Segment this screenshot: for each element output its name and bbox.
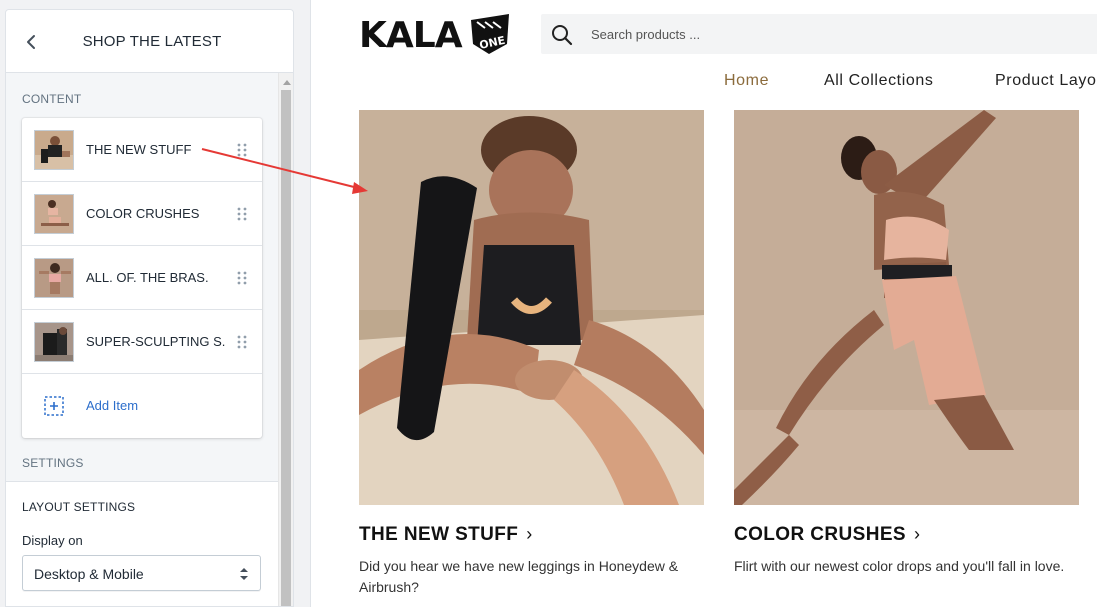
card-description: Flirt with our newest color drops and yo… [734,558,1065,574]
store-search-bar[interactable] [541,14,1097,54]
block-label: COLOR CRUSHES [86,206,200,221]
display-on-select[interactable]: Desktop & Mobile [22,555,261,591]
card-image-color-crushes[interactable] [734,110,1079,505]
block-item-super-sculpting[interactable]: SUPER-SCULPTING S... [22,310,262,374]
nav-home[interactable]: Home [724,72,769,90]
chevron-right-icon: › [526,524,533,544]
layout-settings-title: LAYOUT SETTINGS [22,500,136,514]
block-thumbnail [34,322,74,362]
add-item-button[interactable]: Add Item [22,374,262,438]
drag-handle-icon[interactable] [237,335,247,349]
add-item-label: Add Item [86,398,139,413]
card-title-text: THE NEW STUFF [359,524,519,545]
display-on-label: Display on [22,533,83,548]
settings-panel: LAYOUT SETTINGS Display on Desktop & Mob… [6,481,280,606]
settings-section-label: SETTINGS [22,456,84,470]
logo-text: KALA [359,15,463,56]
block-label: THE NEW STUFF [86,142,192,157]
drag-handle-icon[interactable] [237,143,247,157]
block-item-color-crushes[interactable]: COLOR CRUSHES [22,182,262,246]
card-image-the-new-stuff[interactable] [359,110,704,505]
search-input[interactable] [591,14,1071,54]
block-thumbnail [34,130,74,170]
block-label: SUPER-SCULPTING S... [86,334,226,349]
scrollbar-thumb[interactable] [281,90,291,606]
add-block-icon [44,396,64,416]
drag-handle-icon[interactable] [237,207,247,221]
card-title-text: COLOR CRUSHES [734,524,906,545]
block-label: ALL. OF. THE BRAS. [86,270,209,285]
content-section-label: CONTENT [22,92,82,106]
search-icon[interactable] [551,24,573,46]
app-window: SHOP THE LATEST CONTENT THE NEW STUFF CO… [0,0,1097,607]
select-arrows-icon [240,568,248,580]
sidebar-header: SHOP THE LATEST [6,10,293,73]
drag-handle-icon[interactable] [237,271,247,285]
block-item-all-of-the-bras[interactable]: ALL. OF. THE BRAS. [22,246,262,310]
block-thumbnail [34,258,74,298]
chevron-right-icon: › [914,524,921,544]
sidebar-scrollbar[interactable] [278,73,293,606]
storefront-preview: KALA ONE Home All Collections Product La… [310,0,1097,607]
card-description: Did you hear we have new leggings in Hon… [359,558,679,595]
sidebar-title: SHOP THE LATEST [82,33,222,50]
nav-all-collections[interactable]: All Collections [824,72,933,90]
scroll-up-arrow-icon[interactable] [283,80,291,85]
nav-product-layouts[interactable]: Product Layo [995,72,1096,90]
store-logo[interactable]: KALA ONE [359,10,514,56]
card-title-color-crushes[interactable]: COLOR CRUSHES › [734,524,920,546]
block-item-the-new-stuff[interactable]: THE NEW STUFF [22,118,262,182]
theme-editor-sidebar: SHOP THE LATEST CONTENT THE NEW STUFF CO… [5,9,294,607]
display-on-value: Desktop & Mobile [34,566,144,582]
content-blocks-card: THE NEW STUFF COLOR CRUSHES ALL. OF. THE… [22,118,262,438]
block-thumbnail [34,194,74,234]
card-title-the-new-stuff[interactable]: THE NEW STUFF › [359,524,533,546]
